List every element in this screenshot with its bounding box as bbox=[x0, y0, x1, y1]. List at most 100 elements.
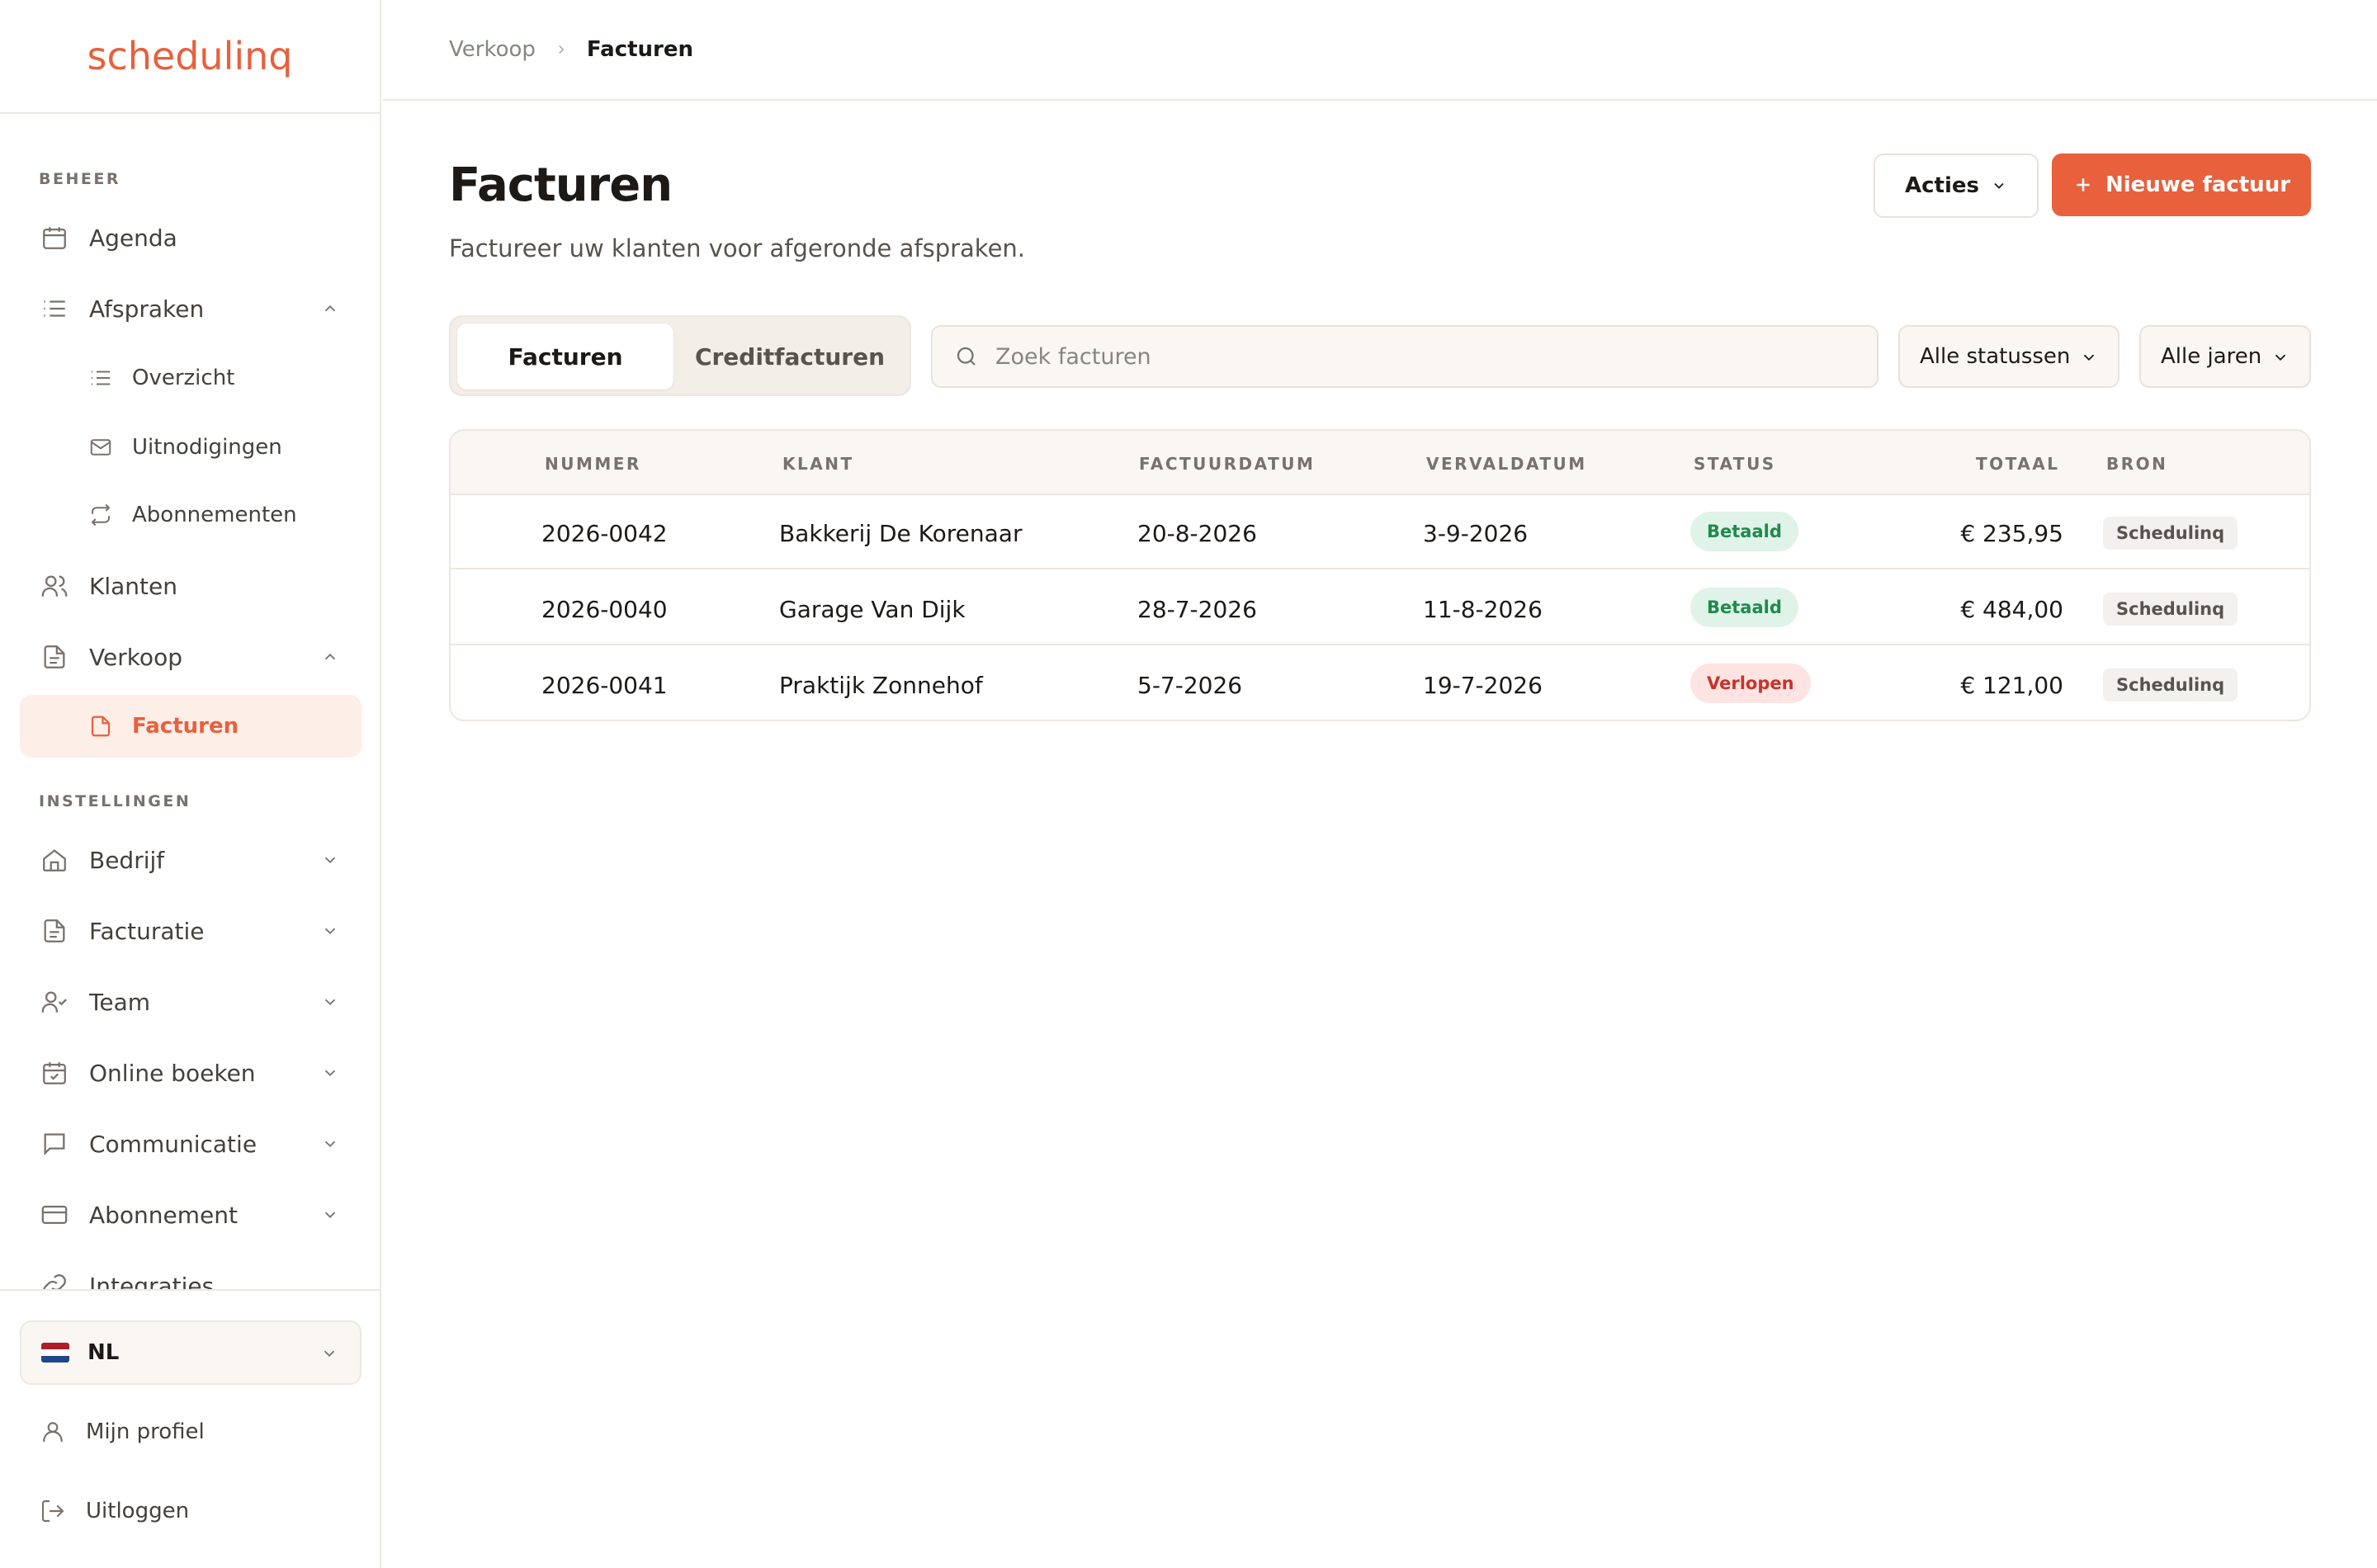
search-input[interactable] bbox=[995, 343, 1821, 370]
year-filter-value: Alle jaren bbox=[2161, 344, 2262, 369]
sidebar-item-communicatie[interactable]: Communicatie bbox=[20, 1112, 362, 1175]
invoice-total: € 121,00 bbox=[1960, 672, 2063, 699]
list-icon bbox=[38, 292, 71, 325]
invoice-total: € 484,00 bbox=[1960, 596, 2063, 623]
invoice-number: 2026-0041 bbox=[541, 672, 668, 699]
chevron-up-icon bbox=[320, 647, 340, 667]
table-row[interactable]: 2026-0040 Garage Van Dijk 28-7-2026 11-8… bbox=[451, 571, 2309, 645]
chevron-down-icon bbox=[320, 992, 340, 1012]
calendar-check-icon bbox=[38, 1056, 71, 1089]
sidebar-item-label: Facturatie bbox=[89, 917, 205, 945]
year-filter-select[interactable]: Alle jaren bbox=[2139, 325, 2311, 388]
sidebar-item-team[interactable]: Team bbox=[20, 971, 362, 1033]
sidebar-item-label: Facturen bbox=[132, 714, 239, 739]
chevron-down-icon bbox=[320, 921, 340, 941]
chevron-up-icon bbox=[320, 299, 340, 319]
language-label: NL bbox=[87, 1340, 120, 1365]
section-label-beheer: BEHEER bbox=[39, 170, 121, 188]
sidebar-item-label: Integraties bbox=[89, 1272, 215, 1290]
home-icon bbox=[38, 843, 71, 876]
new-invoice-button[interactable]: Nieuwe factuur bbox=[2052, 153, 2311, 216]
page-subtitle: Factureer uw klanten voor afgeronde afsp… bbox=[449, 234, 1026, 262]
sidebar-item-facturen[interactable]: Facturen bbox=[20, 695, 362, 758]
due-date: 19-7-2026 bbox=[1423, 672, 1543, 699]
status-badge: Betaald bbox=[1690, 588, 1798, 627]
tab-facturen[interactable]: Facturen bbox=[457, 324, 673, 390]
status-badge: Verlopen bbox=[1690, 664, 1811, 703]
column-header-source[interactable]: BRON bbox=[2106, 454, 2167, 474]
status-filter-select[interactable]: Alle statussen bbox=[1898, 325, 2119, 388]
tab-creditfacturen[interactable]: Creditfacturen bbox=[678, 324, 901, 390]
chevron-down-icon bbox=[320, 1205, 340, 1225]
source-badge: Schedulinq bbox=[2103, 668, 2238, 701]
status-filter-value: Alle statussen bbox=[1920, 344, 2071, 369]
source-badge: Schedulinq bbox=[2103, 517, 2238, 550]
sidebar-item-overzicht[interactable]: Overzicht bbox=[20, 347, 362, 409]
sidebar-item-bedrijf[interactable]: Bedrijf bbox=[20, 829, 362, 891]
credit-card-icon bbox=[38, 1198, 71, 1231]
plus-icon bbox=[2072, 174, 2094, 196]
sidebar-nav[interactable]: BEHEER Agenda Afspraken Overzicht Uitnod… bbox=[0, 114, 380, 1289]
invoice-client: Bakkerij De Korenaar bbox=[779, 520, 1023, 547]
document-icon bbox=[38, 640, 71, 673]
breadcrumb-parent[interactable]: Verkoop bbox=[449, 37, 536, 62]
breadcrumb-current: Facturen bbox=[586, 37, 694, 62]
sidebar: schedulinq BEHEER Agenda Afspraken Overz… bbox=[0, 0, 381, 1568]
column-header-total[interactable]: TOTAAL bbox=[1976, 454, 2059, 474]
column-header-invoice-date[interactable]: FACTUURDATUM bbox=[1139, 454, 1315, 474]
source-badge: Schedulinq bbox=[2103, 593, 2238, 626]
sidebar-item-label: Uitnodigingen bbox=[132, 435, 282, 460]
invoice-tabs: Facturen Creditfacturen bbox=[449, 315, 911, 396]
table-header: NUMMER KLANT FACTUURDATUM VERVALDATUM ST… bbox=[451, 431, 2309, 495]
chevron-down-icon bbox=[320, 1134, 340, 1154]
sidebar-item-verkoop[interactable]: Verkoop bbox=[20, 626, 362, 688]
sidebar-item-klanten[interactable]: Klanten bbox=[20, 555, 362, 617]
chat-icon bbox=[38, 1127, 71, 1160]
new-invoice-label: Nieuwe factuur bbox=[2105, 172, 2291, 197]
sidebar-item-agenda[interactable]: Agenda bbox=[20, 206, 362, 269]
logo[interactable]: schedulinq bbox=[87, 34, 293, 78]
profile-link[interactable]: Mijn profiel bbox=[20, 1403, 362, 1461]
language-select[interactable]: NL bbox=[20, 1320, 362, 1385]
sidebar-item-uitnodigingen[interactable]: Uitnodigingen bbox=[20, 416, 362, 479]
breadcrumb: Verkoop Facturen bbox=[383, 0, 2377, 101]
sidebar-item-afspraken[interactable]: Afspraken bbox=[20, 277, 362, 340]
chevron-down-icon bbox=[320, 1344, 338, 1366]
document-icon bbox=[86, 711, 116, 741]
actions-button[interactable]: Acties bbox=[1874, 153, 2039, 218]
chevron-down-icon bbox=[320, 1063, 340, 1083]
chevron-down-icon bbox=[2080, 348, 2098, 366]
invoice-total: € 235,95 bbox=[1960, 520, 2063, 547]
sidebar-item-abonnement[interactable]: Abonnement bbox=[20, 1183, 362, 1246]
sidebar-item-label: Overzicht bbox=[132, 366, 235, 390]
column-header-number[interactable]: NUMMER bbox=[545, 454, 641, 474]
column-header-client[interactable]: KLANT bbox=[782, 454, 854, 474]
user-check-icon bbox=[38, 985, 71, 1018]
sidebar-item-facturatie[interactable]: Facturatie bbox=[20, 900, 362, 962]
table-row[interactable]: 2026-0042 Bakkerij De Korenaar 20-8-2026… bbox=[451, 495, 2309, 569]
chevron-right-icon bbox=[554, 42, 569, 57]
column-header-status[interactable]: STATUS bbox=[1694, 454, 1776, 474]
sidebar-item-label: Communicatie bbox=[89, 1130, 258, 1158]
sidebar-item-label: Bedrijf bbox=[89, 846, 165, 874]
table-row[interactable]: 2026-0041 Praktijk Zonnehof 5-7-2026 19-… bbox=[451, 647, 2309, 720]
sidebar-item-label: Agenda bbox=[89, 224, 177, 252]
logo-area: schedulinq bbox=[0, 0, 380, 114]
sidebar-item-abonnementen[interactable]: Abonnementen bbox=[20, 484, 362, 546]
chevron-down-icon bbox=[2271, 348, 2290, 366]
sidebar-item-label: Afspraken bbox=[89, 295, 205, 323]
sidebar-item-online-boeken[interactable]: Online boeken bbox=[20, 1041, 362, 1104]
actions-label: Acties bbox=[1905, 173, 1979, 198]
sidebar-footer: NL Mijn profiel Uitloggen bbox=[0, 1289, 380, 1568]
sidebar-item-integraties[interactable]: Integraties bbox=[20, 1254, 362, 1289]
sidebar-item-label: Verkoop bbox=[89, 643, 182, 671]
sidebar-item-label: Abonnement bbox=[89, 1201, 239, 1229]
logout-link[interactable]: Uitloggen bbox=[20, 1482, 362, 1540]
due-date: 3-9-2026 bbox=[1423, 520, 1529, 547]
sidebar-item-label: Online boeken bbox=[89, 1059, 256, 1087]
invoice-number: 2026-0042 bbox=[541, 520, 668, 547]
flag-nl-icon bbox=[41, 1343, 69, 1363]
sidebar-item-label: Abonnementen bbox=[132, 503, 297, 527]
column-header-due-date[interactable]: VERVALDATUM bbox=[1426, 454, 1587, 474]
invoices-table: NUMMER KLANT FACTUURDATUM VERVALDATUM ST… bbox=[449, 429, 2311, 721]
